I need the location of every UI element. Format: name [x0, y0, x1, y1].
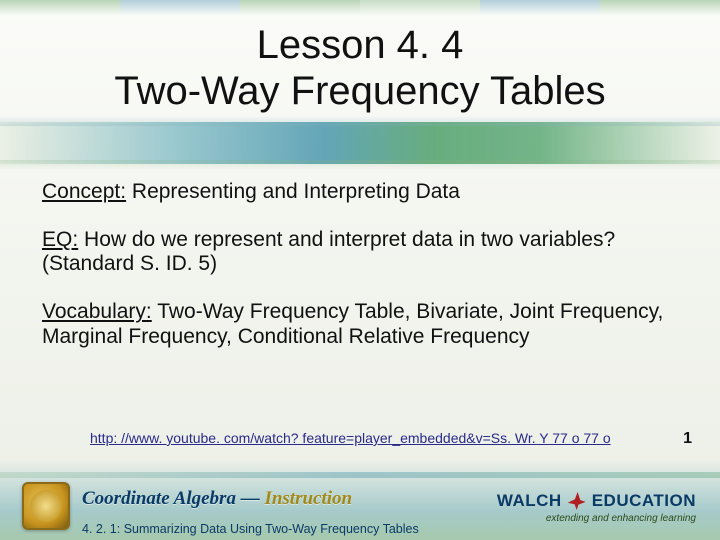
walch-star-icon: [568, 492, 586, 510]
page-number: 1: [683, 430, 692, 448]
eq-label: EQ:: [42, 228, 78, 251]
brand-main: Coordinate Algebra: [82, 488, 236, 509]
brand-title: Coordinate Algebra — Instruction: [82, 488, 352, 510]
brand-dash: —: [236, 488, 265, 509]
brand-accent: Instruction: [264, 488, 352, 509]
brand-subtitle: 4. 2. 1: Summarizing Data Using Two-Way …: [82, 522, 442, 536]
walch-block: WALCH EDUCATION extending and enhancing …: [497, 491, 696, 524]
title-line-1: Lesson 4. 4: [257, 23, 464, 67]
concept-text: Representing and Interpreting Data: [126, 180, 460, 203]
concept-label: Concept:: [42, 180, 126, 203]
top-decoration: [0, 0, 720, 16]
slide: Lesson 4. 4 Two-Way Frequency Tables Con…: [0, 0, 720, 540]
walch-edu: EDUCATION: [592, 491, 696, 511]
eq-line: EQ: How do we represent and interpret da…: [42, 228, 678, 276]
concept-line: Concept: Representing and Interpreting D…: [42, 180, 678, 204]
eq-text: How do we represent and interpret data i…: [42, 228, 615, 275]
georgia-badge-icon: [22, 482, 70, 530]
slide-content: Concept: Representing and Interpreting D…: [42, 180, 678, 373]
walch-logo: WALCH EDUCATION: [497, 491, 696, 511]
vocab-label: Vocabulary:: [42, 300, 152, 323]
youtube-link[interactable]: http: //www. youtube. com/watch? feature…: [90, 430, 611, 446]
slide-title: Lesson 4. 4 Two-Way Frequency Tables: [0, 22, 720, 114]
title-band: [0, 122, 720, 164]
walch-tagline: extending and enhancing learning: [497, 513, 696, 524]
title-line-2: Two-Way Frequency Tables: [114, 69, 605, 113]
walch-name: WALCH: [497, 491, 562, 511]
vocab-line: Vocabulary: Two-Way Frequency Table, Biv…: [42, 300, 678, 348]
